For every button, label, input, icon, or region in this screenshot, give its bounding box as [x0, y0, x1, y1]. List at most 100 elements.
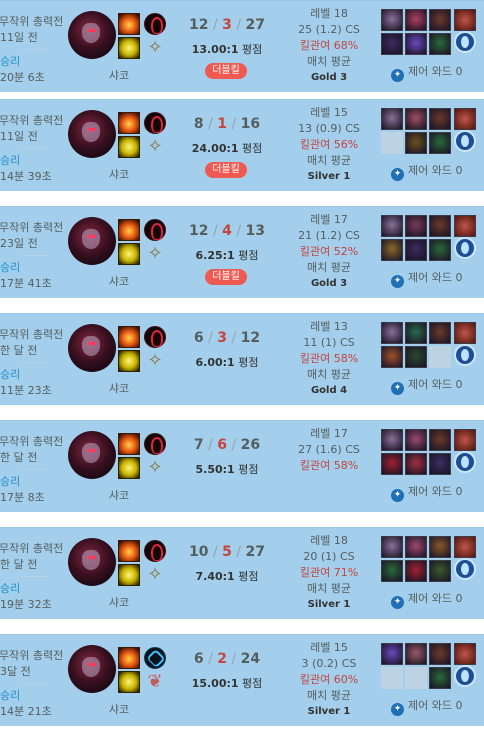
control-ward-icon[interactable]	[454, 31, 476, 53]
item-slot-icon[interactable]	[381, 33, 403, 55]
trinket-slot-icon[interactable]	[454, 536, 476, 558]
item-slot-icon[interactable]	[381, 346, 403, 368]
keystone-rune-icon[interactable]	[144, 13, 166, 35]
ignite-spell-icon[interactable]	[118, 112, 140, 134]
keystone-rune-icon[interactable]	[144, 433, 166, 455]
item-slot-icon[interactable]	[405, 132, 427, 154]
item-slot-icon[interactable]	[381, 536, 403, 558]
flash-spell-icon[interactable]	[118, 136, 140, 158]
ignite-spell-icon[interactable]	[118, 219, 140, 241]
item-slot-icon[interactable]	[381, 239, 403, 261]
control-ward-icon[interactable]	[454, 665, 476, 687]
empty-item-slot[interactable]	[381, 667, 403, 689]
keystone-rune-icon[interactable]	[144, 112, 166, 134]
flash-spell-icon[interactable]	[118, 350, 140, 372]
match-row[interactable]: 무작위 총력전 3달 전 승리 14분 21초 샤코 ❦ 6 / 2 / 24 15.00:1…	[0, 634, 484, 726]
item-slot-icon[interactable]	[381, 453, 403, 475]
item-slot-icon[interactable]	[429, 429, 451, 451]
item-slot-icon[interactable]	[405, 536, 427, 558]
item-slot-icon[interactable]	[381, 643, 403, 665]
match-row[interactable]: 무작위 총력전 한 달 전 승리 11분 23초 샤코 ✧ 6 / 3 / 12 6.00:1…	[0, 313, 484, 405]
trinket-slot-icon[interactable]	[454, 215, 476, 237]
item-slot-icon[interactable]	[405, 560, 427, 582]
item-slot-icon[interactable]	[429, 643, 451, 665]
flash-spell-icon[interactable]	[118, 457, 140, 479]
item-slot-icon[interactable]	[381, 108, 403, 130]
keystone-rune-icon[interactable]	[144, 540, 166, 562]
keystone-rune-icon[interactable]	[144, 219, 166, 241]
control-ward-icon[interactable]	[454, 237, 476, 259]
ward-icon: ✦	[391, 703, 404, 716]
secondary-rune-icon[interactable]: ✧	[144, 37, 166, 59]
item-slot-icon[interactable]	[429, 239, 451, 261]
item-slot-icon[interactable]	[381, 215, 403, 237]
keystone-rune-icon[interactable]	[144, 326, 166, 348]
champion-portrait[interactable]	[68, 11, 116, 59]
item-slot-icon[interactable]	[405, 108, 427, 130]
trinket-slot-icon[interactable]	[454, 108, 476, 130]
champion-portrait[interactable]	[68, 431, 116, 479]
item-slot-icon[interactable]	[405, 33, 427, 55]
secondary-rune-icon[interactable]: ✧	[144, 136, 166, 158]
secondary-rune-icon[interactable]: ✧	[144, 350, 166, 372]
item-slot-icon[interactable]	[405, 429, 427, 451]
secondary-rune-icon[interactable]: ✧	[144, 564, 166, 586]
ignite-spell-icon[interactable]	[118, 13, 140, 35]
flash-spell-icon[interactable]	[118, 564, 140, 586]
trinket-slot-icon[interactable]	[454, 322, 476, 344]
flash-spell-icon[interactable]	[118, 671, 140, 693]
control-ward-icon[interactable]	[454, 344, 476, 366]
item-slot-icon[interactable]	[429, 322, 451, 344]
item-slot-icon[interactable]	[381, 429, 403, 451]
match-row[interactable]: 무작위 총력전 11일 전 승리 14분 39초 샤코 ✧ 8 / 1 / 16 24.00:…	[0, 99, 484, 191]
item-slot-icon[interactable]	[381, 560, 403, 582]
secondary-rune-icon[interactable]: ❦	[144, 671, 166, 693]
item-slot-icon[interactable]	[429, 108, 451, 130]
champion-portrait[interactable]	[68, 110, 116, 158]
secondary-rune-icon[interactable]: ✧	[144, 457, 166, 479]
match-row[interactable]: 무작위 총력전 11일 전 승리 20분 6초 샤코 ✧ 12 / 3 / 27 13.00:…	[0, 0, 484, 92]
match-row[interactable]: 무작위 총력전 23일 전 승리 17분 41초 샤코 ✧ 12 / 4 / 13 6.25:…	[0, 206, 484, 298]
ignite-spell-icon[interactable]	[118, 433, 140, 455]
item-slot-icon[interactable]	[429, 453, 451, 475]
item-slot-icon[interactable]	[405, 346, 427, 368]
control-ward-icon[interactable]	[454, 451, 476, 473]
champion-portrait[interactable]	[68, 538, 116, 586]
item-slot-icon[interactable]	[429, 9, 451, 31]
item-slot-icon[interactable]	[429, 667, 451, 689]
item-slot-icon[interactable]	[405, 215, 427, 237]
item-slot-icon[interactable]	[405, 9, 427, 31]
champion-portrait[interactable]	[68, 645, 116, 693]
item-slot-icon[interactable]	[381, 9, 403, 31]
item-slot-icon[interactable]	[405, 453, 427, 475]
empty-item-slot[interactable]	[381, 132, 403, 154]
item-slot-icon[interactable]	[405, 322, 427, 344]
champion-portrait[interactable]	[68, 324, 116, 372]
item-slot-icon[interactable]	[381, 322, 403, 344]
item-slot-icon[interactable]	[429, 215, 451, 237]
champion-portrait[interactable]	[68, 217, 116, 265]
match-row[interactable]: 무작위 총력전 한 달 전 승리 17분 8초 샤코 ✧ 7 / 6 / 26 5.50:1 …	[0, 420, 484, 512]
item-slot-icon[interactable]	[429, 33, 451, 55]
secondary-rune-icon[interactable]: ✧	[144, 243, 166, 265]
empty-item-slot[interactable]	[429, 346, 451, 368]
trinket-slot-icon[interactable]	[454, 9, 476, 31]
item-slot-icon[interactable]	[405, 239, 427, 261]
empty-item-slot[interactable]	[405, 667, 427, 689]
keystone-rune-icon[interactable]	[144, 647, 166, 669]
item-slot-icon[interactable]	[429, 560, 451, 582]
flash-spell-icon[interactable]	[118, 243, 140, 265]
item-slot-icon[interactable]	[429, 536, 451, 558]
ignite-spell-icon[interactable]	[118, 326, 140, 348]
trinket-slot-icon[interactable]	[454, 429, 476, 451]
ignite-spell-icon[interactable]	[118, 540, 140, 562]
control-ward-icon[interactable]	[454, 130, 476, 152]
item-slot-icon[interactable]	[405, 643, 427, 665]
flash-spell-icon[interactable]	[118, 37, 140, 59]
match-row[interactable]: 무작위 총력전 한 달 전 승리 19분 32초 샤코 ✧ 10 / 5 / 27 7.40:…	[0, 527, 484, 619]
trinket-slot-icon[interactable]	[454, 643, 476, 665]
control-ward-icon[interactable]	[454, 558, 476, 580]
item-slot-icon[interactable]	[429, 132, 451, 154]
ignite-spell-icon[interactable]	[118, 647, 140, 669]
divider	[20, 49, 48, 50]
